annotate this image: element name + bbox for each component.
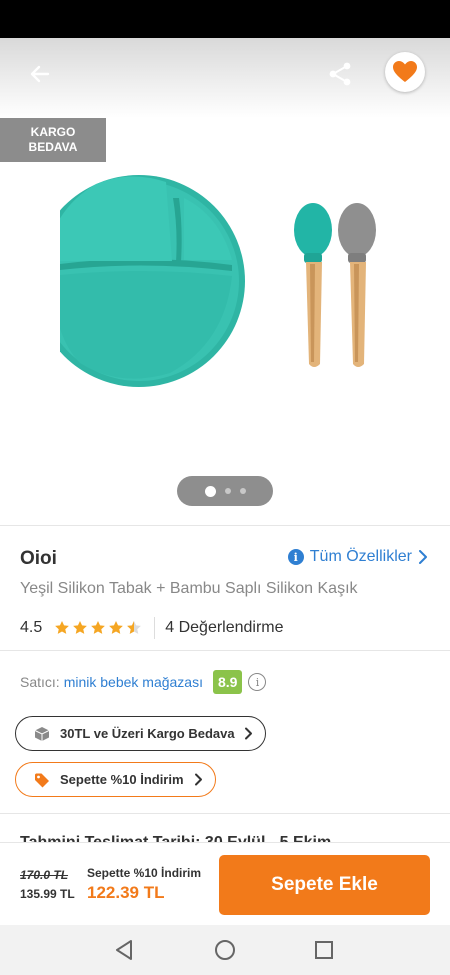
rating-stars (54, 620, 142, 636)
all-features-link[interactable]: i Tüm Özellikler (287, 548, 428, 566)
free-cargo-chip[interactable]: 30TL ve Üzeri Kargo Bedava (15, 716, 266, 751)
circle-home-icon (215, 940, 235, 960)
seller-score-badge: 8.9 (212, 670, 243, 694)
nav-back-button[interactable] (111, 937, 137, 963)
system-nav-bar (0, 925, 450, 975)
previous-price: 135.99 TL (20, 887, 75, 901)
image-pager[interactable] (177, 476, 273, 506)
triangle-back-icon (116, 940, 132, 960)
brand-name[interactable]: Oioi (20, 548, 57, 570)
pager-dot[interactable] (239, 488, 246, 494)
star-icon (73, 621, 88, 634)
all-features-label: Tüm Özellikler (309, 548, 412, 565)
star-icon (109, 621, 124, 634)
box-icon (34, 726, 50, 742)
favorite-button[interactable] (385, 52, 425, 92)
old-price: 170.0 TL (20, 868, 69, 882)
half-star-icon (127, 621, 142, 634)
star-icon (91, 621, 106, 634)
share-button[interactable] (322, 56, 358, 92)
info-icon: i (287, 549, 304, 565)
rating-separator (154, 617, 156, 639)
seller-row: Satıcı: minik bebek mağazası 8.9 i (20, 670, 267, 694)
basket-discount-text: Sepette %10 İndirim (87, 866, 202, 880)
add-to-cart-button[interactable]: Sepete Ekle (219, 855, 430, 915)
seller-label: Satıcı: (20, 674, 60, 690)
star-icon (55, 621, 70, 634)
review-count[interactable]: 4 Değerlendirme (165, 619, 283, 637)
product-gallery[interactable]: KARGO BEDAVA (0, 38, 450, 525)
info-icon[interactable]: i (248, 673, 267, 691)
final-price: 122.39 TL (87, 883, 165, 902)
free-cargo-label: 30TL ve Üzeri Kargo Bedava (60, 726, 235, 741)
divider (0, 525, 450, 526)
tag-icon (34, 772, 50, 788)
product-title: Yeşil Silikon Tabak + Bambu Saplı Siliko… (20, 580, 358, 597)
chevron-right-icon (194, 773, 203, 786)
arrow-left-icon (30, 65, 50, 83)
chevron-right-icon (419, 550, 427, 564)
nav-home-button[interactable] (212, 937, 238, 963)
heart-icon (393, 61, 417, 82)
rating-value: 4.5 (20, 619, 43, 636)
basket-discount-chip[interactable]: Sepette %10 İndirim (15, 762, 216, 797)
free-shipping-badge: KARGO BEDAVA (0, 118, 106, 162)
divider (0, 650, 450, 651)
product-image (60, 175, 376, 387)
basket-discount-label: Sepette %10 İndirim (60, 772, 184, 787)
square-recent-icon (315, 941, 333, 959)
divider (0, 813, 450, 814)
pager-dot[interactable] (224, 488, 231, 494)
pager-dot-active[interactable] (204, 485, 216, 497)
status-bar (0, 0, 450, 38)
back-button[interactable] (22, 56, 58, 92)
top-gradient (0, 38, 450, 118)
bottom-purchase-bar: 170.0 TL 135.99 TL Sepette %10 İndirim 1… (0, 842, 450, 925)
rating-row[interactable]: 4.5 4 Değerlendirme (20, 617, 284, 639)
nav-recent-button[interactable] (311, 937, 337, 963)
share-icon (329, 62, 351, 86)
seller-name-link[interactable]: minik bebek mağazası (64, 674, 203, 690)
chevron-right-icon (244, 727, 253, 740)
